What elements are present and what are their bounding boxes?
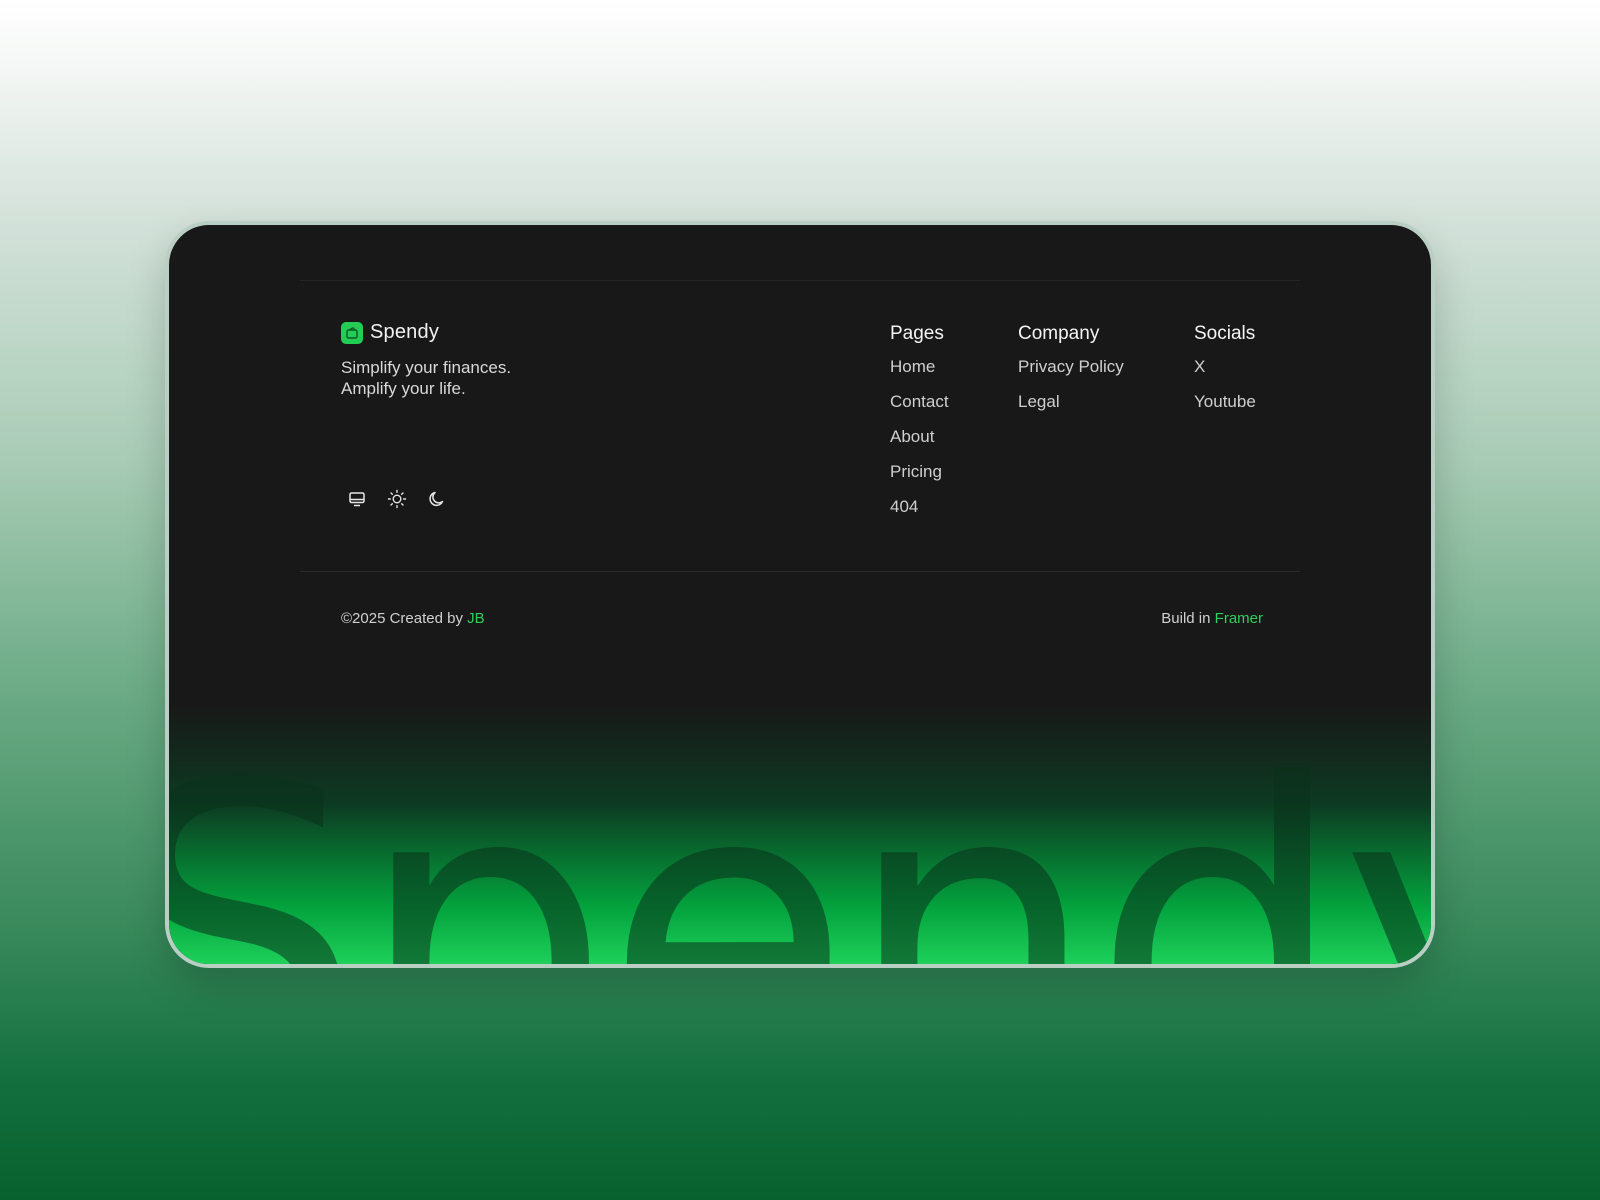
theme-switcher (347, 489, 447, 509)
top-divider (300, 280, 1300, 281)
framer-link[interactable]: Framer (1215, 610, 1263, 627)
build-text: Build in (1161, 610, 1215, 627)
nav-link-home[interactable]: Home (890, 357, 949, 377)
tagline-line-1: Simplify your finances. (341, 358, 512, 377)
tagline: Simplify your finances. Amplify your lif… (341, 357, 511, 399)
socials-column: Socials X Youtube (1194, 323, 1256, 427)
company-column: Company Privacy Policy Legal (1018, 323, 1124, 427)
tagline-line-2: Amplify your life. (341, 379, 466, 398)
pages-title: Pages (890, 323, 944, 344)
nav-link-pricing[interactable]: Pricing (890, 462, 949, 482)
nav-link-privacy-policy[interactable]: Privacy Policy (1018, 357, 1124, 377)
nav-link-contact[interactable]: Contact (890, 392, 949, 412)
build-credit: Build in Framer (1161, 610, 1263, 627)
moon-icon[interactable] (427, 489, 447, 509)
author-link[interactable]: JB (467, 610, 485, 627)
copyright-text: ©2025 Created by (341, 610, 468, 627)
nav-link-legal[interactable]: Legal (1018, 392, 1124, 412)
wallet-icon (341, 321, 363, 344)
copyright: ©2025 Created by JB (341, 610, 485, 627)
green-glow (169, 704, 1431, 964)
pages-column: Pages Home Contact About Pricing 404 (890, 323, 949, 532)
nav-link-about[interactable]: About (890, 427, 949, 447)
social-link-x[interactable]: X (1194, 357, 1256, 377)
brand-name: Spendy (370, 321, 440, 343)
brand-watermark: Spendy (165, 701, 1431, 968)
social-link-youtube[interactable]: Youtube (1194, 392, 1256, 412)
sun-icon[interactable] (387, 489, 407, 509)
monitor-icon[interactable] (347, 489, 367, 509)
brand-logo-link[interactable]: Spendy (341, 321, 439, 344)
socials-title: Socials (1194, 323, 1256, 344)
company-title: Company (1018, 323, 1100, 344)
footer-card: Spendy Spendy Simplify your finances. Am… (165, 221, 1435, 968)
nav-link-404[interactable]: 404 (890, 497, 949, 517)
bottom-divider (300, 571, 1300, 572)
